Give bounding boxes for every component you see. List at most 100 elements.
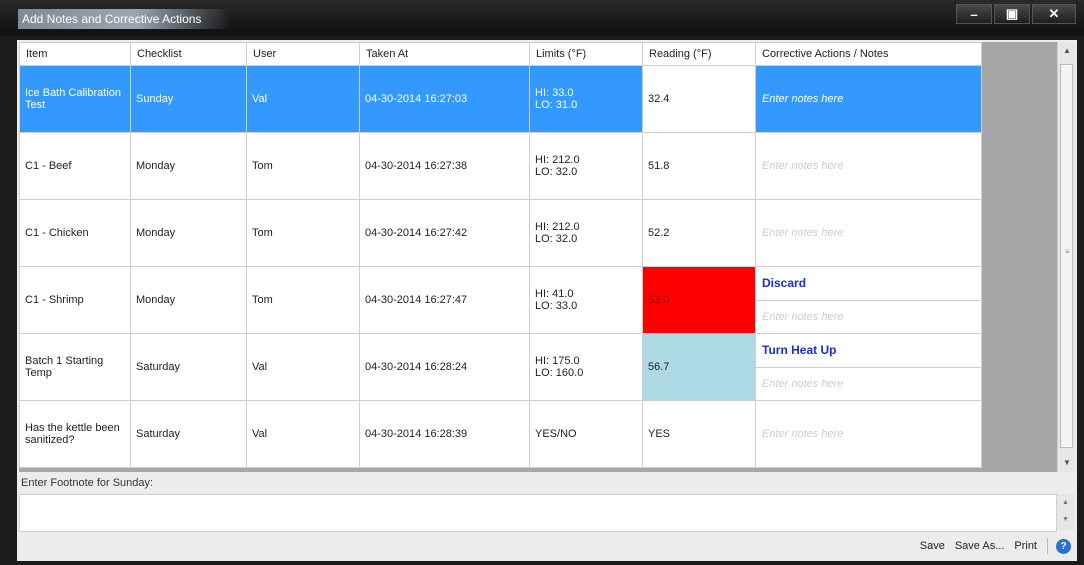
limit-lo: LO: 33.0 [535,300,578,312]
minimize-button[interactable]: – [956,4,992,24]
limits-cell: YES/NO [529,400,643,468]
print-button[interactable]: Print [1014,540,1037,552]
title-bar: Add Notes and Corrective Actions – ▣ ✕ [0,0,1084,36]
notes-cell[interactable]: Enter notes here [755,199,982,267]
checklist-cell: Monday [130,132,247,200]
limits-cell: HI: 41.0 LO: 33.0 [529,266,643,334]
limit-hi: HI: 33.0 [535,87,574,99]
table-row[interactable]: C1 - Shrimp Monday Tom 04-30-2014 16:27:… [19,266,982,334]
notes-input[interactable]: Enter notes here [756,227,981,239]
reading-cell-out-of-range: 56.7 [642,333,756,401]
taken-at-cell: 04-30-2014 16:27:03 [359,65,530,133]
column-header-reading[interactable]: Reading (°F) [642,42,756,66]
limit-lo: LO: 32.0 [535,233,578,245]
notes-input[interactable]: Enter notes here [756,301,981,333]
user-cell: Val [246,400,360,468]
table-header-row: Item Checklist User Taken At Limits (°F)… [19,42,982,66]
user-cell: Val [246,333,360,401]
limit-hi: HI: 175.0 [535,355,580,367]
notes-input[interactable]: Enter notes here [756,93,981,105]
item-cell: Batch 1 Starting Temp [19,333,131,401]
reading-cell: 51.8 [642,132,756,200]
taken-at-cell: 04-30-2014 16:28:39 [359,400,530,468]
column-header-limits[interactable]: Limits (°F) [529,42,643,66]
checklist-cell: Sunday [130,65,247,133]
reading-cell: 32.4 [642,65,756,133]
taken-at-cell: 04-30-2014 16:27:38 [359,132,530,200]
dialog-window: Add Notes and Corrective Actions – ▣ ✕ I… [0,0,1084,565]
grip-icon: ≡ [1065,247,1070,256]
limit-hi: HI: 41.0 [535,288,574,300]
column-header-user[interactable]: User [246,42,360,66]
limits-cell: HI: 175.0 LO: 160.0 [529,333,643,401]
window-title: Add Notes and Corrective Actions [18,9,232,29]
notes-cell[interactable]: Discard Enter notes here [755,266,982,334]
table-row[interactable]: C1 - Chicken Monday Tom 04-30-2014 16:27… [19,199,982,267]
checklist-cell: Monday [130,266,247,334]
footnote-input[interactable] [19,494,1057,532]
notes-cell[interactable]: Enter notes here [755,65,982,133]
reading-cell: YES [642,400,756,468]
item-cell: C1 - Beef [19,132,131,200]
dialog-content: Item Checklist User Taken At Limits (°F)… [17,40,1077,561]
item-cell: C1 - Shrimp [19,266,131,334]
bottom-toolbar: Save Save As... Print ? [17,534,1077,560]
taken-at-cell: 04-30-2014 16:27:47 [359,266,530,334]
reading-cell: 52.2 [642,199,756,267]
toolbar-divider [1047,538,1048,554]
user-cell: Tom [246,132,360,200]
table-row[interactable]: Ice Bath Calibration Test Sunday Val 04-… [19,65,982,133]
footnote-label: Enter Footnote for Sunday: [21,477,154,489]
item-cell: Has the kettle been sanitized? [19,400,131,468]
checklist-cell: Saturday [130,333,247,401]
scroll-down-icon[interactable]: ▼ [1058,454,1076,472]
notes-cell[interactable]: Enter notes here [755,400,982,468]
close-button[interactable]: ✕ [1032,4,1076,24]
notes-input[interactable]: Enter notes here [756,368,981,400]
table-row[interactable]: Has the kettle been sanitized? Saturday … [19,400,982,468]
scroll-up-icon[interactable]: ▲ [1058,42,1076,60]
checklist-cell: Saturday [130,400,247,468]
scroll-up-icon[interactable]: ▲ [1062,499,1069,506]
notes-cell[interactable]: Enter notes here [755,132,982,200]
maximize-button[interactable]: ▣ [994,4,1030,24]
help-icon[interactable]: ? [1056,538,1071,554]
notes-cell[interactable]: Turn Heat Up Enter notes here [755,333,982,401]
item-cell: Ice Bath Calibration Test [19,65,131,133]
limit-hi: HI: 212.0 [535,221,580,233]
item-cell: C1 - Chicken [19,199,131,267]
reading-cell-out-of-range: 53.0 [642,266,756,334]
grid-scrollbar[interactable]: ▲ ≡ ▼ [1057,42,1076,472]
limit-lo: LO: 160.0 [535,367,584,379]
user-cell: Tom [246,266,360,334]
limits-cell: HI: 212.0 LO: 32.0 [529,199,643,267]
column-header-checklist[interactable]: Checklist [130,42,247,66]
column-header-item[interactable]: Item [19,42,131,66]
table-row[interactable]: C1 - Beef Monday Tom 04-30-2014 16:27:38… [19,132,982,200]
taken-at-cell: 04-30-2014 16:27:42 [359,199,530,267]
column-header-taken-at[interactable]: Taken At [359,42,530,66]
save-as-button[interactable]: Save As... [955,540,1005,552]
save-button[interactable]: Save [920,540,945,552]
checklist-cell: Monday [130,199,247,267]
footnote-scrollbar[interactable]: ▲ ▼ [1057,494,1075,530]
column-header-notes[interactable]: Corrective Actions / Notes [755,42,982,66]
limit-lo: LO: 32.0 [535,166,578,178]
user-cell: Val [246,65,360,133]
notes-input[interactable]: Enter notes here [756,428,981,440]
readings-table: Item Checklist User Taken At Limits (°F)… [19,42,982,468]
limits-cell: HI: 33.0 LO: 31.0 [529,65,643,133]
user-cell: Tom [246,199,360,267]
scroll-down-icon[interactable]: ▼ [1062,516,1069,523]
corrective-action[interactable]: Discard [756,268,981,301]
scroll-thumb[interactable]: ≡ [1060,64,1073,448]
notes-input[interactable]: Enter notes here [756,160,981,172]
limit-hi: HI: 212.0 [535,154,580,166]
readings-grid: Item Checklist User Taken At Limits (°F)… [19,42,1057,472]
window-controls: – ▣ ✕ [954,4,1076,24]
limit-lo: LO: 31.0 [535,99,578,111]
corrective-action[interactable]: Turn Heat Up [756,335,981,368]
table-row[interactable]: Batch 1 Starting Temp Saturday Val 04-30… [19,333,982,401]
taken-at-cell: 04-30-2014 16:28:24 [359,333,530,401]
limits-cell: HI: 212.0 LO: 32.0 [529,132,643,200]
